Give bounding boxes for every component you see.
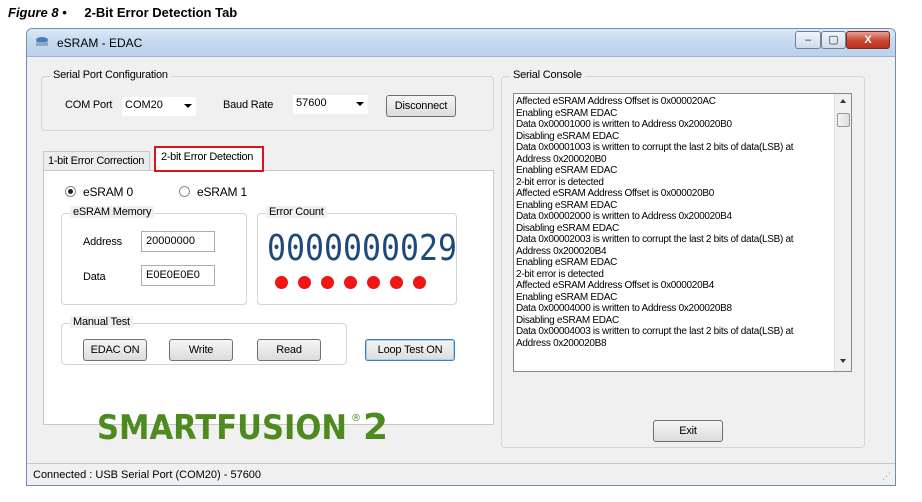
app-icon (36, 37, 48, 46)
resize-grip-icon[interactable]: ⋰ (882, 471, 891, 482)
serial-console-output[interactable]: Affected eSRAM Address Offset is 0x00002… (513, 93, 852, 372)
baud-rate-value: 57600 (296, 97, 327, 109)
esram1-radio[interactable] (179, 186, 190, 197)
console-line: Address 0x200020B0 (516, 153, 607, 165)
error-led (275, 276, 288, 289)
error-count-group-title: Error Count (266, 206, 327, 218)
figure-number: Figure 8 • (8, 5, 67, 20)
console-line: Data 0x00001000 is written to Address 0x… (516, 119, 732, 130)
console-line: Affected eSRAM Address Offset is 0x00002… (516, 280, 714, 291)
console-line: Address 0x200020B8 (516, 337, 607, 349)
com-port-label: COM Port (65, 99, 113, 111)
console-lines: Affected eSRAM Address Offset is 0x00002… (514, 96, 832, 349)
write-button[interactable]: Write (169, 339, 233, 361)
error-led (390, 276, 403, 289)
console-line: Affected eSRAM Address Offset is 0x00002… (516, 96, 716, 107)
esram0-radio[interactable] (65, 186, 76, 197)
address-label: Address (83, 236, 122, 248)
title-bar[interactable]: eSRAM - EDAC – ▢ X (27, 29, 895, 57)
error-led (298, 276, 311, 289)
read-button[interactable]: Read (257, 339, 321, 361)
console-line: Data 0x00002000 is written to Address 0x… (516, 211, 732, 222)
logo-registered: ® (351, 413, 361, 424)
status-bar: Connected : USB Serial Port (COM20) - 57… (27, 463, 895, 485)
console-line: Enabling eSRAM EDAC (516, 165, 618, 176)
com-port-select[interactable]: COM20 (122, 97, 196, 116)
console-line: Disabling eSRAM EDAC (516, 222, 619, 234)
tab-1bit-error-correction[interactable]: 1-bit Error Correction (43, 151, 150, 171)
error-count-display: 0000000029 (267, 228, 457, 265)
disconnect-button[interactable]: Disconnect (386, 95, 456, 117)
error-led (321, 276, 334, 289)
logo-text: SMARTFUSION (97, 408, 347, 445)
scroll-thumb[interactable] (837, 113, 850, 127)
minimize-button[interactable]: – (795, 31, 821, 49)
console-line: Enabling eSRAM EDAC (516, 199, 618, 211)
console-line: Data 0x00002003 is written to corrupt th… (516, 234, 794, 245)
figure-title: 2-Bit Error Detection Tab (84, 5, 238, 20)
esram0-label: eSRAM 0 (83, 185, 133, 199)
maximize-button[interactable]: ▢ (821, 31, 846, 49)
app-window: eSRAM - EDAC – ▢ X Serial Port Configura… (26, 28, 896, 486)
chevron-down-icon (184, 104, 192, 108)
console-line: 2-bit error is detected (516, 268, 604, 280)
esram-memory-group: eSRAM Memory (61, 206, 247, 305)
error-led (413, 276, 426, 289)
data-input[interactable]: E0E0E0E0 (141, 265, 215, 286)
error-led (367, 276, 380, 289)
com-port-value: COM20 (125, 99, 163, 111)
console-line: 2-bit error is detected (516, 176, 604, 188)
window-title: eSRAM - EDAC (57, 36, 143, 50)
status-text: Connected : USB Serial Port (COM20) - 57… (33, 469, 262, 481)
scroll-up-icon[interactable] (840, 99, 846, 103)
edac-on-button[interactable]: EDAC ON (83, 339, 147, 361)
error-count-value: 0000000029 (267, 228, 457, 265)
tab-2bit-error-detection[interactable]: 2-bit Error Detection (154, 146, 264, 172)
address-input[interactable]: 20000000 (141, 231, 215, 252)
data-label: Data (83, 271, 106, 283)
console-line: Enabling eSRAM EDAC (516, 107, 618, 119)
baud-rate-label: Baud Rate (223, 99, 274, 111)
figure-caption: Figure 8 • 2-Bit Error Detection Tab (8, 5, 237, 20)
console-line: Data 0x00004000 is written to Address 0x… (516, 303, 732, 314)
serial-port-group-title: Serial Port Configuration (50, 69, 171, 81)
esram1-label: eSRAM 1 (197, 185, 247, 199)
console-line: Data 0x00001003 is written to corrupt th… (516, 142, 794, 153)
baud-rate-select[interactable]: 57600 (293, 95, 368, 114)
console-line: Disabling eSRAM EDAC (516, 314, 619, 326)
console-line: Enabling eSRAM EDAC (516, 257, 618, 268)
console-line: Affected eSRAM Address Offset is 0x00002… (516, 188, 714, 199)
scroll-down-icon[interactable] (840, 359, 846, 363)
esram-memory-group-title: eSRAM Memory (70, 206, 155, 218)
close-button[interactable]: X (846, 31, 890, 49)
smartfusion-logo: SMARTFUSION ® 2 (97, 407, 388, 445)
error-led (344, 276, 357, 289)
exit-button[interactable]: Exit (653, 420, 723, 442)
logo-suffix: 2 (363, 407, 388, 445)
serial-console-group-title: Serial Console (510, 69, 585, 81)
console-scrollbar[interactable] (834, 94, 851, 371)
loop-test-button[interactable]: Loop Test ON (365, 339, 455, 361)
console-line: Data 0x00004003 is written to corrupt th… (516, 326, 794, 337)
console-line: Address 0x200020B4 (516, 245, 607, 257)
manual-test-group-title: Manual Test (70, 316, 133, 328)
chevron-down-icon (356, 102, 364, 106)
console-line: Enabling eSRAM EDAC (516, 291, 618, 303)
console-line: Disabling eSRAM EDAC (516, 130, 619, 142)
